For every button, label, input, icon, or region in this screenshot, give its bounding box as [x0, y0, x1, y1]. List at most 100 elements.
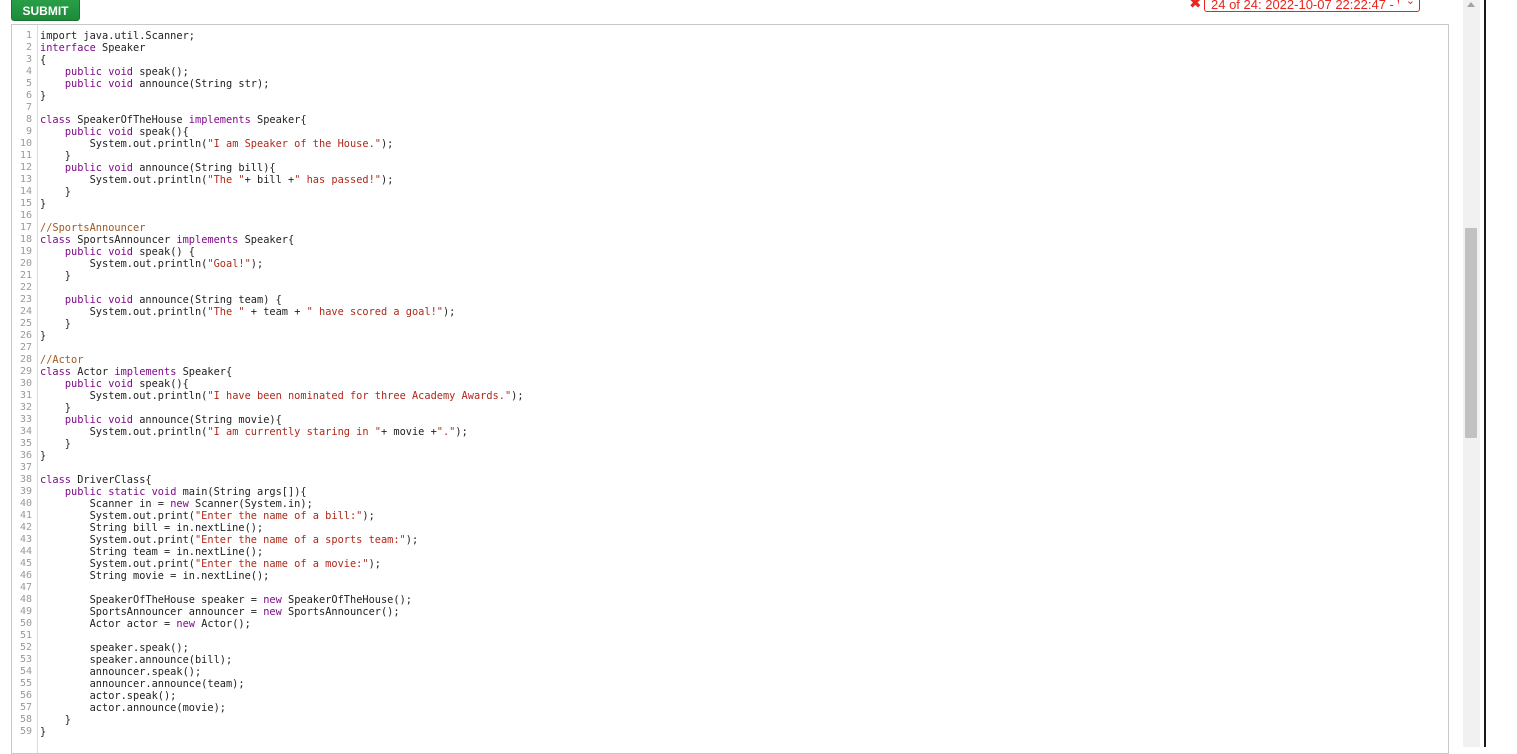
- code-text: String movie = in.nextLine();: [40, 570, 270, 582]
- code-editor[interactable]: 1 import java.util.Scanner; 2 interface Spe…: [11, 24, 1449, 754]
- line-number: 44: [19, 546, 32, 557]
- code-token: Speaker{: [176, 366, 233, 378]
- scrollbar-thumb[interactable]: [1465, 228, 1477, 438]
- code-token: }: [40, 330, 47, 342]
- code-text: }: [40, 318, 71, 330]
- line-number: 50: [19, 618, 32, 629]
- code-token: System.out.print(: [40, 558, 195, 570]
- line-number: 33: [19, 414, 32, 425]
- code-token: System.out.println(: [40, 306, 208, 318]
- code-text: class Actor implements Speaker{: [40, 366, 232, 378]
- code-text: }: [40, 90, 46, 102]
- line-number: 58: [19, 714, 32, 725]
- code-string: "I have been nominated for three Academy…: [207, 390, 512, 402]
- submission-select[interactable]: 24 of 24: 2022-10-07 22:22:47 - W ⌄: [1204, 0, 1420, 12]
- code-text: String team = in.nextLine();: [40, 546, 264, 558]
- code-string: "I am currently staring in ": [207, 426, 381, 438]
- line-number: 12: [19, 162, 32, 173]
- code-line: 55 announcer.announce(team);: [12, 678, 1448, 690]
- code-line: 6}: [12, 90, 1448, 102]
- code-line: 9 public void speak(){: [12, 126, 1448, 138]
- code-text: public void announce(String movie){: [40, 414, 282, 426]
- code-line: 7: [12, 102, 1448, 114]
- code-token: Scanner(System.in);: [188, 498, 313, 510]
- code-text: String bill = in.nextLine();: [40, 522, 264, 534]
- code-text: System.out.println("The " + team + " hav…: [40, 306, 456, 318]
- line-number: 37: [19, 462, 32, 473]
- code-line: 21 }: [12, 270, 1448, 282]
- line-number: 27: [19, 342, 32, 353]
- code-string: "Enter the name of a movie:": [194, 558, 369, 570]
- code-keyword: new: [263, 606, 282, 618]
- code-token: }: [40, 198, 47, 210]
- code-line: 27: [12, 342, 1448, 354]
- code-line: 8 class SpeakerOfTheHouse implements Spea…: [12, 114, 1448, 126]
- submit-button[interactable]: SUBMIT: [11, 0, 80, 21]
- code-keyword: class: [40, 234, 71, 246]
- code-line: 38 class DriverClass{: [12, 474, 1448, 486]
- code-token: }: [40, 714, 71, 726]
- code-text: }: [40, 150, 71, 162]
- line-number: 22: [19, 282, 32, 293]
- code-token: Speaker{: [250, 114, 307, 126]
- code-token: SportsAnnouncer announcer =: [40, 606, 264, 618]
- line-number: 13: [19, 174, 32, 185]
- code-line: 41 System.out.print("Enter the name of a…: [12, 510, 1448, 522]
- code-token: }: [40, 90, 47, 102]
- code-text: class DriverClass{: [40, 474, 152, 486]
- code-keyword: class: [40, 366, 71, 378]
- code-line: 53 speaker.announce(bill);: [12, 654, 1448, 666]
- code-line: 4 public void speak();: [12, 66, 1448, 78]
- close-icon: ✖: [1189, 0, 1202, 12]
- line-number: 3: [25, 54, 32, 65]
- code-token: }: [40, 150, 71, 162]
- code-line: 12 public void announce(String bill){: [12, 162, 1448, 174]
- scroll-up-arrow-icon[interactable]: [1467, 2, 1475, 7]
- code-line: 31 System.out.println("I have been nomin…: [12, 390, 1448, 402]
- code-string: "Enter the name of a bill:": [194, 510, 363, 522]
- line-number: 45: [19, 558, 32, 569]
- code-text: class SportsAnnouncer implements Speaker…: [40, 234, 294, 246]
- code-string: " have scored a goal!": [306, 306, 443, 318]
- code-line: 18 class SportsAnnouncer implements Speak…: [12, 234, 1448, 246]
- code-token: );: [455, 426, 468, 438]
- code-line: 23 public void announce(String team) {: [12, 294, 1448, 306]
- line-number: 5: [25, 78, 32, 89]
- code-token: System.out.println(: [40, 390, 208, 402]
- line-number: 17: [19, 222, 32, 233]
- code-text: System.out.print("Enter the name of a sp…: [40, 534, 419, 546]
- code-line: 19 public void speak() {: [12, 246, 1448, 258]
- line-number: 56: [19, 690, 32, 701]
- line-number: 59: [19, 726, 32, 737]
- code-line: 35 }: [12, 438, 1448, 450]
- line-number: 7: [25, 102, 32, 113]
- code-token: actor.announce(movie);: [40, 702, 226, 714]
- page-scrollbar[interactable]: [1463, 0, 1480, 747]
- line-number: 28: [19, 354, 32, 365]
- line-number: 20: [19, 258, 32, 269]
- code-string: "Goal!": [207, 258, 251, 270]
- code-comment: //Actor: [40, 354, 84, 366]
- code-token: String team = in.nextLine();: [40, 546, 264, 558]
- code-token: speaker.speak();: [40, 642, 189, 654]
- code-token: + movie +: [380, 426, 437, 438]
- code-string: "Enter the name of a sports team:": [194, 534, 406, 546]
- code-text: }: [40, 198, 46, 210]
- code-token: announcer.announce(team);: [40, 678, 245, 690]
- code-line: 32 }: [12, 402, 1448, 414]
- code-line: 13 System.out.println("The "+ bill +" ha…: [12, 174, 1448, 186]
- line-number: 36: [19, 450, 32, 461]
- code-line: 48 SpeakerOfTheHouse speaker = new Speak…: [12, 594, 1448, 606]
- code-text: import java.util.Scanner;: [40, 30, 195, 42]
- code-line: 10 System.out.println("I am Speaker of t…: [12, 138, 1448, 150]
- code-line: 44 String team = in.nextLine();: [12, 546, 1448, 558]
- code-text: announcer.announce(team);: [40, 678, 245, 690]
- line-number: 34: [19, 426, 32, 437]
- line-number: 49: [19, 606, 32, 617]
- code-text: System.out.println("I am Speaker of the …: [40, 138, 394, 150]
